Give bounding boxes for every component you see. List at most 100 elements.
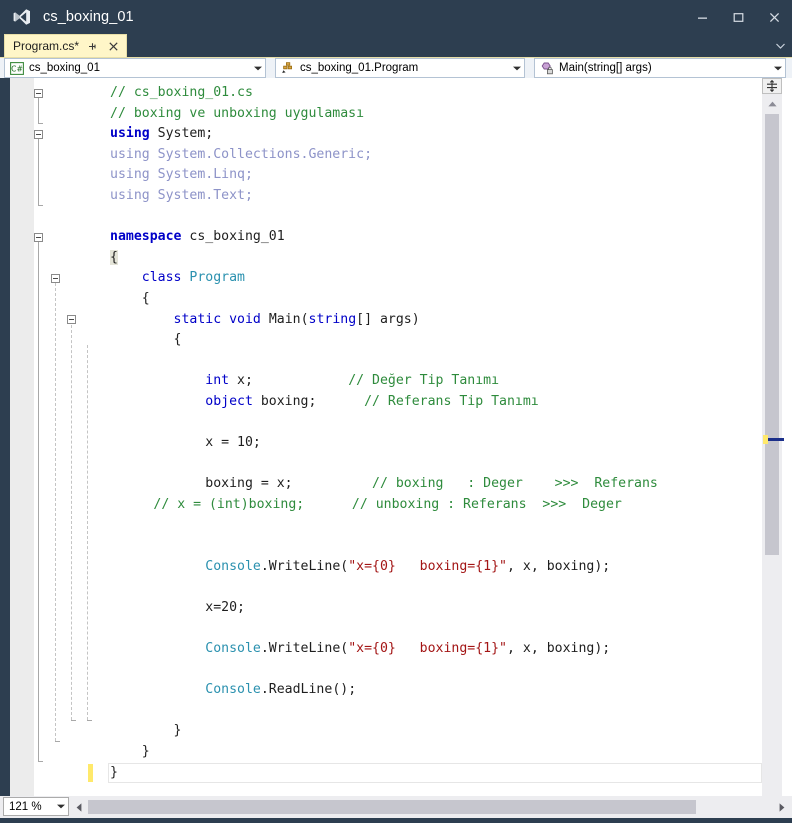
code-line[interactable]: 5using System.Linq; bbox=[34, 165, 762, 186]
project-dropdown-value: cs_boxing_01 bbox=[29, 62, 100, 74]
code-line[interactable]: 12 static void Main(string[] args) bbox=[34, 310, 762, 331]
type-dropdown[interactable]: cs_boxing_01.Program bbox=[275, 58, 525, 78]
dropdown-arrow-icon[interactable] bbox=[509, 59, 524, 77]
code-line[interactable]: 13 { bbox=[34, 330, 762, 351]
pin-icon[interactable] bbox=[84, 37, 100, 55]
scroll-up-button[interactable] bbox=[762, 95, 782, 112]
code-line[interactable]: 25 bbox=[34, 577, 762, 598]
dropdown-arrow-icon[interactable] bbox=[250, 59, 265, 77]
dropdown-arrow-icon[interactable] bbox=[770, 59, 785, 77]
navigation-bar: C# cs_boxing_01 cs_boxing_01.Program Mai… bbox=[0, 57, 792, 78]
code-text: } bbox=[110, 723, 182, 739]
code-line[interactable]: 10 class Program bbox=[34, 268, 762, 289]
code-text: int x; // Değer Tip Tanımı bbox=[205, 373, 500, 389]
code-lines: 1// cs_boxing_01.cs2// boxing ve unboxin… bbox=[34, 83, 762, 783]
code-line[interactable]: 17 bbox=[34, 413, 762, 434]
code-line[interactable]: 14 bbox=[34, 351, 762, 372]
code-text: using System.Collections.Generic; bbox=[110, 146, 373, 162]
code-text: using System; bbox=[110, 126, 214, 142]
vertical-scrollbar[interactable] bbox=[762, 78, 784, 796]
scroll-left-button[interactable] bbox=[70, 797, 87, 817]
code-line[interactable]: 3using System; bbox=[34, 124, 762, 145]
close-button[interactable] bbox=[756, 0, 792, 34]
code-line[interactable]: 11 { bbox=[34, 289, 762, 310]
visual-studio-logo-icon bbox=[13, 8, 31, 26]
code-line[interactable]: 1// cs_boxing_01.cs bbox=[34, 83, 762, 104]
code-line[interactable]: 30 Console.ReadLine(); bbox=[34, 680, 762, 701]
class-icon bbox=[280, 61, 296, 76]
code-text: } bbox=[110, 764, 118, 780]
caret-position-marker bbox=[768, 438, 784, 441]
code-line[interactable]: 29 bbox=[34, 660, 762, 681]
code-text: x=20; bbox=[110, 599, 245, 615]
code-line[interactable]: 24 Console.WriteLine("x={0} boxing={1}",… bbox=[34, 557, 762, 578]
code-text: Console.ReadLine(); bbox=[205, 682, 357, 698]
code-line[interactable]: 23 bbox=[34, 536, 762, 557]
code-line[interactable]: 22 bbox=[34, 515, 762, 536]
code-line[interactable]: 28 Console.WriteLine("x={0} boxing={1}",… bbox=[34, 639, 762, 660]
member-dropdown-value: Main(string[] args) bbox=[559, 62, 652, 74]
code-text: { bbox=[110, 290, 150, 306]
zoom-level-dropdown[interactable]: 121 % bbox=[3, 797, 69, 816]
code-line[interactable]: 27 bbox=[34, 618, 762, 639]
code-line[interactable]: 19 bbox=[34, 454, 762, 475]
code-line[interactable]: 18 x = 10; bbox=[34, 433, 762, 454]
code-line[interactable]: 33 } bbox=[34, 742, 762, 763]
code-text: using System.Text; bbox=[110, 187, 253, 203]
title-bar: cs_boxing_01 bbox=[0, 0, 792, 34]
window-bottom-edge bbox=[0, 818, 792, 823]
split-view-icon[interactable] bbox=[762, 78, 782, 94]
svg-text:C#: C# bbox=[11, 64, 23, 73]
code-text: Console.WriteLine("x={0} boxing={1}", x,… bbox=[205, 641, 611, 657]
code-text: { bbox=[110, 332, 182, 348]
code-line[interactable]: 9{ bbox=[34, 248, 762, 269]
project-dropdown[interactable]: C# cs_boxing_01 bbox=[4, 58, 266, 78]
code-text: boxing = x; // boxing : Deger >>> Refera… bbox=[110, 476, 658, 492]
code-line[interactable]: 15 int x; // Değer Tip Tanımı bbox=[34, 371, 762, 392]
code-line[interactable]: 31 bbox=[34, 701, 762, 722]
zoom-level-value: 121 % bbox=[9, 800, 42, 813]
line-number-gutter bbox=[10, 78, 34, 796]
code-text: x = 10; bbox=[110, 435, 261, 451]
maximize-button[interactable] bbox=[720, 0, 756, 34]
code-line[interactable]: 6using System.Text; bbox=[34, 186, 762, 207]
code-line[interactable]: 26 x=20; bbox=[34, 598, 762, 619]
close-icon[interactable] bbox=[105, 37, 121, 55]
line-change-marker bbox=[88, 763, 93, 782]
type-dropdown-value: cs_boxing_01.Program bbox=[300, 62, 419, 74]
code-line[interactable]: 2// boxing ve unboxing uygulaması bbox=[34, 104, 762, 125]
code-text: { bbox=[110, 249, 118, 265]
document-tab-label: Program.cs* bbox=[13, 39, 80, 53]
code-line[interactable]: 16 object boxing; // Referans Tip Tanımı bbox=[34, 392, 762, 413]
visual-studio-window: cs_boxing_01 Program.cs* C# cs_boxing_01… bbox=[0, 0, 792, 823]
code-line[interactable]: 34} bbox=[34, 762, 762, 784]
code-text: Console.WriteLine("x={0} boxing={1}", x,… bbox=[205, 558, 611, 574]
code-line[interactable]: 7 bbox=[34, 207, 762, 228]
vertical-scrollbar-thumb[interactable] bbox=[765, 114, 779, 555]
code-editor[interactable]: 1// cs_boxing_01.cs2// boxing ve unboxin… bbox=[0, 78, 792, 796]
code-text: // x = (int)boxing; // unboxing : Refera… bbox=[74, 496, 622, 512]
horizontal-scrollbar-thumb[interactable] bbox=[88, 800, 696, 814]
method-icon bbox=[539, 61, 555, 76]
code-text: // cs_boxing_01.cs bbox=[110, 85, 253, 100]
scroll-right-button[interactable] bbox=[773, 797, 790, 817]
document-tab-program-cs[interactable]: Program.cs* bbox=[4, 34, 128, 57]
code-text: } bbox=[110, 744, 150, 759]
code-line[interactable]: 21 // x = (int)boxing; // unboxing : Ref… bbox=[34, 495, 762, 516]
code-line[interactable]: 4using System.Collections.Generic; bbox=[34, 145, 762, 166]
chevron-down-icon[interactable] bbox=[774, 40, 786, 52]
code-text: using System.Linq; bbox=[110, 167, 253, 183]
code-text: // boxing ve unboxing uygulaması bbox=[110, 105, 365, 121]
horizontal-scrollbar[interactable] bbox=[70, 797, 792, 817]
editor-left-edge bbox=[0, 78, 10, 796]
dropdown-arrow-icon[interactable] bbox=[54, 804, 68, 809]
code-line[interactable]: 20 boxing = x; // boxing : Deger >>> Ref… bbox=[34, 474, 762, 495]
minimize-button[interactable] bbox=[684, 0, 720, 34]
code-text: static void Main(string[] args) bbox=[173, 311, 420, 327]
member-dropdown[interactable]: Main(string[] args) bbox=[534, 58, 786, 78]
code-line[interactable]: 8namespace cs_boxing_01 bbox=[34, 227, 762, 248]
code-text: class Program bbox=[141, 270, 245, 286]
window-controls bbox=[684, 0, 792, 34]
code-line[interactable]: 32 } bbox=[34, 721, 762, 742]
code-surface[interactable]: 1// cs_boxing_01.cs2// boxing ve unboxin… bbox=[34, 78, 762, 796]
